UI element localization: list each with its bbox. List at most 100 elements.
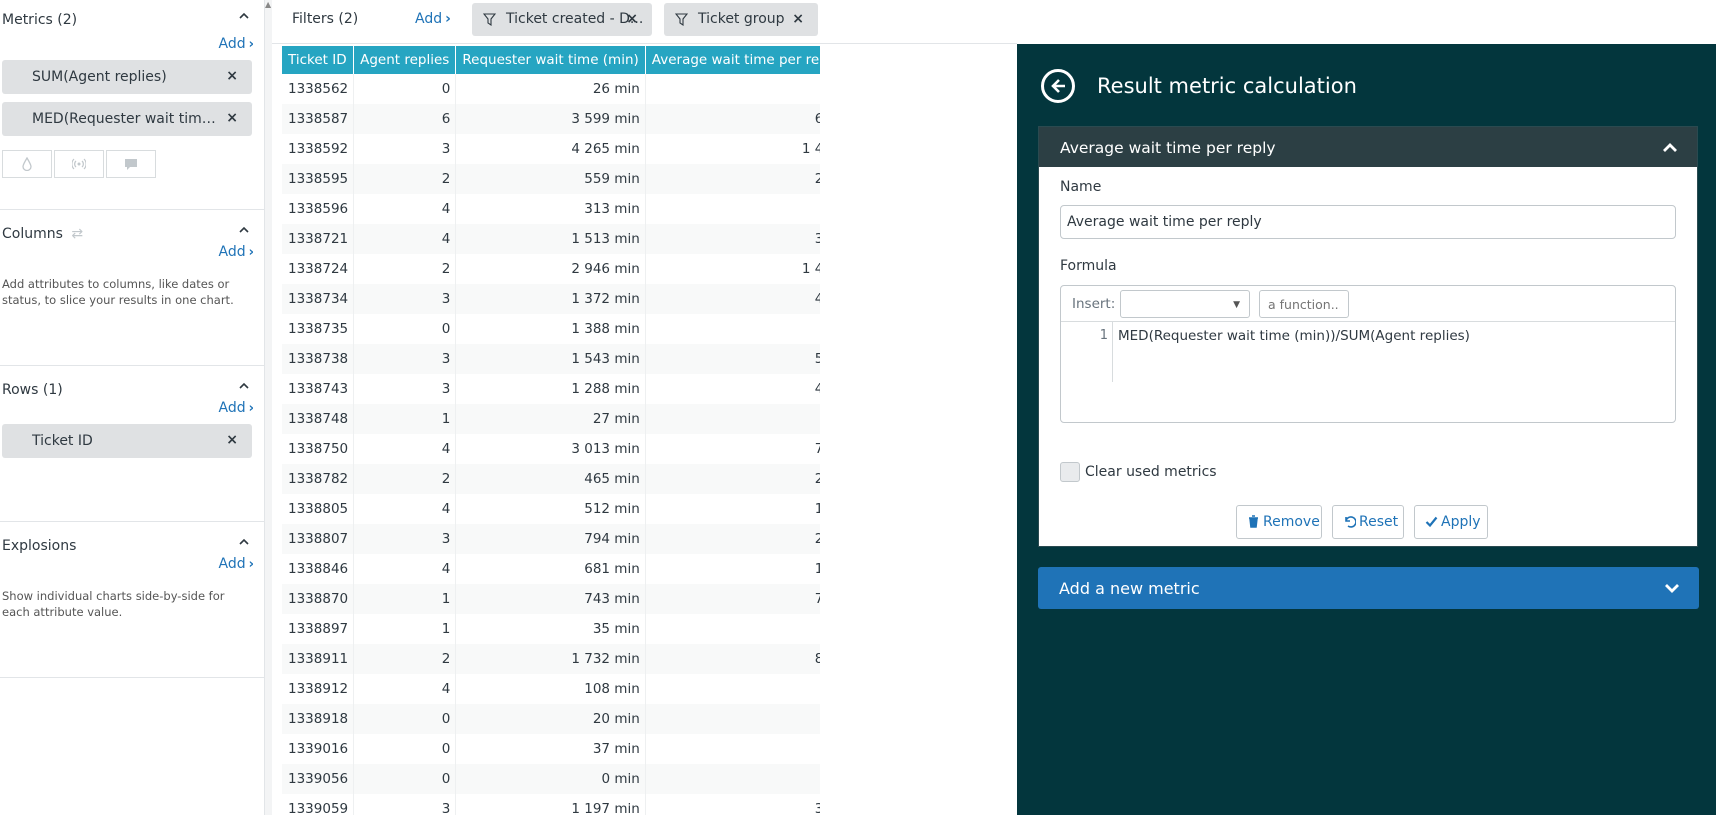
function-input[interactable] (1259, 290, 1349, 318)
metric-pill[interactable]: SUM(Agent replies) × (2, 60, 252, 94)
check-icon (1425, 516, 1438, 528)
columns-description: Add attributes to columns, like dates or… (2, 277, 234, 307)
formula-code[interactable]: MED(Requester wait time (min))/SUM(Agent… (1118, 328, 1470, 344)
row-pill[interactable]: Ticket ID × (2, 424, 252, 458)
table-row[interactable]: 1339016 0 37 min (282, 734, 820, 764)
table-row[interactable]: 1338918 0 20 min (282, 704, 820, 734)
table-row[interactable]: 1338897135 min35 (282, 614, 820, 644)
add-filter-link[interactable]: Add › (415, 11, 451, 27)
chevron-up-icon[interactable] (238, 380, 252, 394)
table-row[interactable]: 13388701743 min743 (282, 584, 820, 614)
filter-chip[interactable]: Ticket created - D... × (472, 3, 652, 36)
table-cell: 27 min (455, 404, 646, 434)
table-cell: 2 (353, 644, 457, 674)
add-new-metric-bar[interactable]: Add a new metric (1038, 567, 1699, 609)
table-cell: 2 (353, 164, 457, 194)
add-row-link[interactable]: Add › (0, 400, 264, 416)
column-header[interactable]: Average wait time per reply (645, 46, 820, 74)
table-row[interactable]: 133858763 599 min600 (282, 104, 820, 134)
metrics-title: Metrics (2) (2, 12, 78, 28)
table-cell: 4 (353, 434, 457, 464)
table-cell: 753 (645, 434, 820, 464)
caret-down-icon: ▼ (1233, 300, 1240, 310)
results-table: Ticket ID Agent replies Requester wait t… (282, 46, 820, 815)
table-row[interactable]: 13385952559 min280 (282, 164, 820, 194)
filter-chip[interactable]: Ticket group × (664, 3, 818, 36)
explosions-header[interactable]: Explosions (0, 522, 264, 554)
sidebar: Metrics (2) Add › SUM(Agent replies) × ME… (0, 0, 265, 815)
remove-icon[interactable]: × (226, 110, 238, 126)
remove-icon[interactable]: × (792, 11, 804, 27)
table-row[interactable]: 1339056 0 0 min (282, 764, 820, 794)
table-row[interactable]: 133875043 013 min753 (282, 434, 820, 464)
table-cell: 4 (353, 674, 457, 704)
formula-toolbar: Insert: ▼ (1061, 286, 1675, 322)
table-cell: 27 (645, 674, 820, 704)
add-explosion-link[interactable]: Add › (0, 556, 264, 572)
remove-icon[interactable]: × (626, 11, 638, 27)
table-row[interactable]: 133891121 732 min866 (282, 644, 820, 674)
clear-used-metrics-label[interactable]: Clear used metrics (1085, 464, 1217, 480)
metric-pill[interactable]: MED(Requester wait time (mi... × (2, 102, 252, 136)
metric-pill-label: SUM(Agent replies) (32, 69, 167, 85)
table-row[interactable]: 133872141 513 min378 (282, 224, 820, 254)
table-row[interactable]: 133859234 265 min1 422 (282, 134, 820, 164)
remove-button[interactable]: Remove (1236, 505, 1322, 539)
table-cell: 1339056 (282, 764, 355, 794)
add-column-link[interactable]: Add › (0, 244, 264, 260)
swap-icon[interactable]: ⇄ (71, 226, 83, 242)
apply-button[interactable]: Apply (1414, 505, 1488, 539)
comment-icon-button[interactable] (106, 150, 156, 178)
table-row[interactable]: 1338735 0 1 388 min (282, 314, 820, 344)
formula-editor[interactable]: Insert: ▼ 1 MED(Requester wait time (min… (1060, 285, 1676, 423)
table-cell: 0 (353, 764, 457, 794)
chevron-up-icon[interactable] (238, 224, 252, 238)
chevron-right-icon: › (248, 37, 254, 52)
scroll-up-icon[interactable]: ▲ (265, 0, 271, 9)
sidebar-scrollbar[interactable]: ▲ (265, 0, 272, 815)
chevron-right-icon: › (248, 401, 254, 416)
reset-button[interactable]: Reset (1332, 505, 1404, 539)
table-row[interactable]: 133874331 288 min429 (282, 374, 820, 404)
metrics-header[interactable]: Metrics (2) (0, 0, 264, 28)
insert-select[interactable]: ▼ (1120, 290, 1250, 318)
chevron-down-icon[interactable] (1663, 579, 1681, 597)
rows-header[interactable]: Rows (1) (0, 366, 264, 398)
drop-icon-button[interactable] (2, 150, 52, 178)
back-button[interactable] (1041, 69, 1075, 103)
table-cell: 378 (645, 224, 820, 254)
table-row[interactable]: 133872422 946 min1 473 (282, 254, 820, 284)
table-cell: 0 (353, 314, 457, 344)
broadcast-icon-button[interactable] (54, 150, 104, 178)
table-row[interactable]: 13388073794 min265 (282, 524, 820, 554)
table-row[interactable]: 13389124108 min27 (282, 674, 820, 704)
table-row[interactable]: 1338748127 min27 (282, 404, 820, 434)
chevron-up-icon[interactable] (238, 536, 252, 550)
table-row[interactable]: 1338562 0 26 min (282, 74, 820, 104)
funnel-icon (483, 13, 496, 26)
table-cell: 457 (645, 284, 820, 314)
chevron-up-icon[interactable] (1661, 139, 1679, 157)
table-row[interactable]: 13385964313 min78 (282, 194, 820, 224)
remove-icon[interactable]: × (226, 68, 238, 84)
table-row[interactable]: 133905931 197 min399 (282, 794, 820, 815)
table-row[interactable]: 13387822465 min233 (282, 464, 820, 494)
column-header[interactable]: Ticket ID (282, 46, 355, 74)
remove-icon[interactable]: × (226, 432, 238, 448)
table-cell: 35 (645, 614, 820, 644)
metric-name-input[interactable] (1060, 205, 1676, 239)
table-cell: 108 min (455, 674, 646, 704)
column-header[interactable]: Requester wait time (min) (455, 46, 646, 74)
table-cell: 0 min (455, 764, 646, 794)
columns-header[interactable]: Columns ⇄ (0, 210, 264, 242)
clear-used-metrics-checkbox[interactable] (1060, 462, 1080, 482)
column-header[interactable]: Agent replies (353, 46, 457, 74)
table-row[interactable]: 133873431 372 min457 (282, 284, 820, 314)
table-row[interactable]: 13388054512 min128 (282, 494, 820, 524)
table-row[interactable]: 13388464681 min170 (282, 554, 820, 584)
metric-card-header[interactable]: Average wait time per reply (1039, 127, 1697, 167)
chevron-up-icon[interactable] (238, 10, 252, 24)
table-row[interactable]: 133873831 543 min514 (282, 344, 820, 374)
table-cell: 3 (353, 344, 457, 374)
add-metric-link[interactable]: Add › (0, 36, 264, 52)
